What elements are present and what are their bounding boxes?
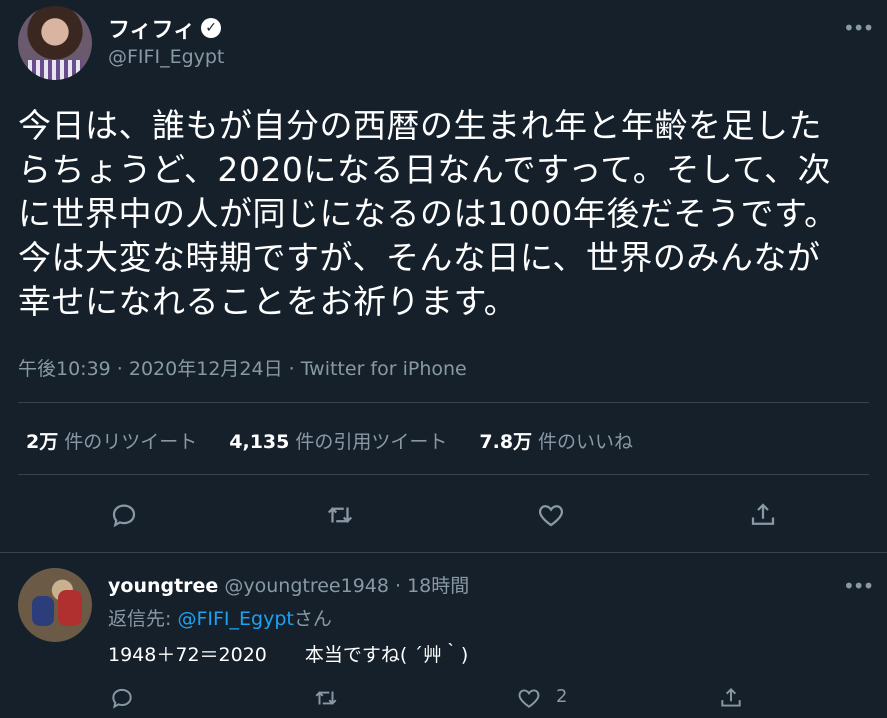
replying-to: 返信先: @FIFI_Egyptさん bbox=[108, 604, 332, 631]
share-icon[interactable] bbox=[748, 500, 778, 530]
reply-handle-time[interactable]: @youngtree1948 · 18時間 bbox=[224, 575, 469, 597]
replying-handle-link[interactable]: @FIFI_Egypt bbox=[177, 608, 293, 630]
reply-header[interactable]: youngtree @youngtree1948 · 18時間 bbox=[108, 571, 469, 598]
retweets-label: 件のリツイート bbox=[64, 431, 198, 453]
quotes-stat[interactable]: 4,135 件の引用ツイート bbox=[229, 427, 447, 454]
like-icon[interactable] bbox=[516, 685, 542, 711]
reply-icon[interactable] bbox=[109, 685, 135, 711]
quotes-count: 4,135 bbox=[229, 431, 290, 453]
replying-suffix: さん bbox=[293, 608, 332, 630]
like-icon[interactable] bbox=[536, 500, 566, 530]
author-name-row[interactable]: フィフィ ✓ bbox=[108, 12, 222, 44]
likes-stat[interactable]: 7.8万 件のいいね bbox=[479, 427, 633, 454]
replying-prefix: 返信先: bbox=[108, 608, 178, 630]
author-display-name[interactable]: フィフィ bbox=[108, 12, 195, 44]
share-icon[interactable] bbox=[718, 685, 744, 711]
quotes-label: 件の引用ツイート bbox=[295, 431, 448, 453]
tweet-text-line: 幸せになれることをお祈ります。 bbox=[18, 282, 518, 321]
retweet-icon[interactable] bbox=[325, 500, 355, 530]
reply-display-name[interactable]: youngtree bbox=[108, 575, 218, 597]
tweet-text: 今日は、誰もが自分の西暦の生まれ年と年齢を足した らちょうど、2020になる日な… bbox=[18, 104, 868, 324]
divider bbox=[18, 402, 869, 403]
tweet-text-line: 今日は、誰もが自分の西暦の生まれ年と年齢を足した bbox=[18, 106, 822, 145]
likes-count: 7.8万 bbox=[479, 431, 533, 453]
more-icon[interactable]: ••• bbox=[843, 574, 874, 598]
more-icon[interactable]: ••• bbox=[843, 16, 874, 40]
tweet-text-line: 今は大変な時期ですが、そんな日に、世界のみんなが bbox=[18, 238, 821, 277]
reply-avatar[interactable] bbox=[18, 568, 92, 642]
divider bbox=[0, 552, 887, 553]
tweet-stats: 2万 件のリツイート 4,135 件の引用ツイート 7.8万 件のいいね bbox=[26, 427, 633, 454]
retweet-icon[interactable] bbox=[313, 685, 339, 711]
author-avatar[interactable] bbox=[18, 6, 92, 80]
likes-label: 件のいいね bbox=[538, 431, 634, 453]
reply-icon[interactable] bbox=[109, 500, 139, 530]
reply-text: 1948＋72＝2020 本当ですね( ´艸｀) bbox=[108, 644, 469, 666]
author-handle[interactable]: @FIFI_Egypt bbox=[108, 46, 224, 68]
tweet-text-line: らちょうど、2020になる日なんですって。そして、次 bbox=[18, 150, 832, 189]
reply-like-count: 2 bbox=[556, 686, 568, 707]
divider bbox=[18, 474, 869, 475]
retweets-stat[interactable]: 2万 件のリツイート bbox=[26, 427, 197, 454]
verified-badge-icon: ✓ bbox=[201, 18, 222, 38]
retweets-count: 2万 bbox=[26, 431, 59, 453]
tweet-text-line: に世界中の人が同じになるのは1000年後だそうです。 bbox=[18, 194, 838, 233]
tweet-meta[interactable]: 午後10:39 · 2020年12月24日 · Twitter for iPho… bbox=[18, 354, 467, 381]
